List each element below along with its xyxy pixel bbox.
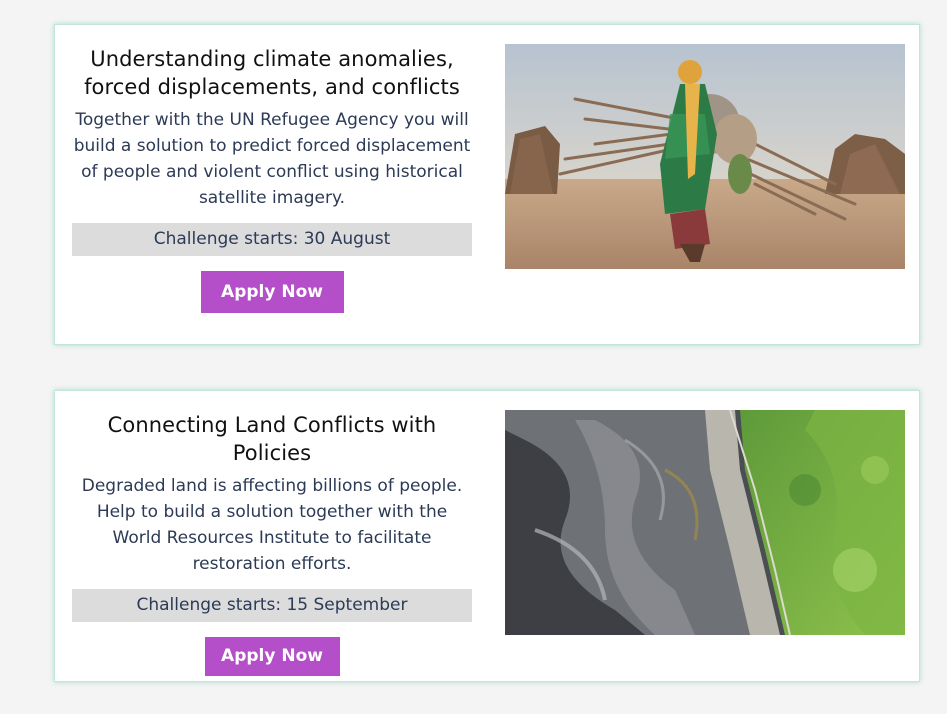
card-description: Together with the UN Refugee Agency you … [73,110,471,208]
card-text-column: Understanding climate anomalies, forced … [72,45,472,313]
challenge-start-date: Challenge starts: 15 September [72,589,472,622]
apply-now-button[interactable]: Apply Now [204,637,340,676]
card-title: Connecting Land Conflicts with Policies [107,413,437,465]
challenge-card-land: Connecting Land Conflicts with Policies … [54,390,920,682]
challenge-start-date: Challenge starts: 30 August [72,223,472,256]
challenge-card-climate: Understanding climate anomalies, forced … [54,24,920,345]
card-description: Degraded land is affecting billions of p… [81,476,463,574]
apply-now-button[interactable]: Apply Now [200,271,344,313]
card-text-column: Connecting Land Conflicts with Policies … [72,411,472,676]
woman-carrying-firewood-photo [505,44,905,269]
aerial-degraded-land-photo [505,410,905,635]
card-title: Understanding climate anomalies, forced … [84,47,460,99]
